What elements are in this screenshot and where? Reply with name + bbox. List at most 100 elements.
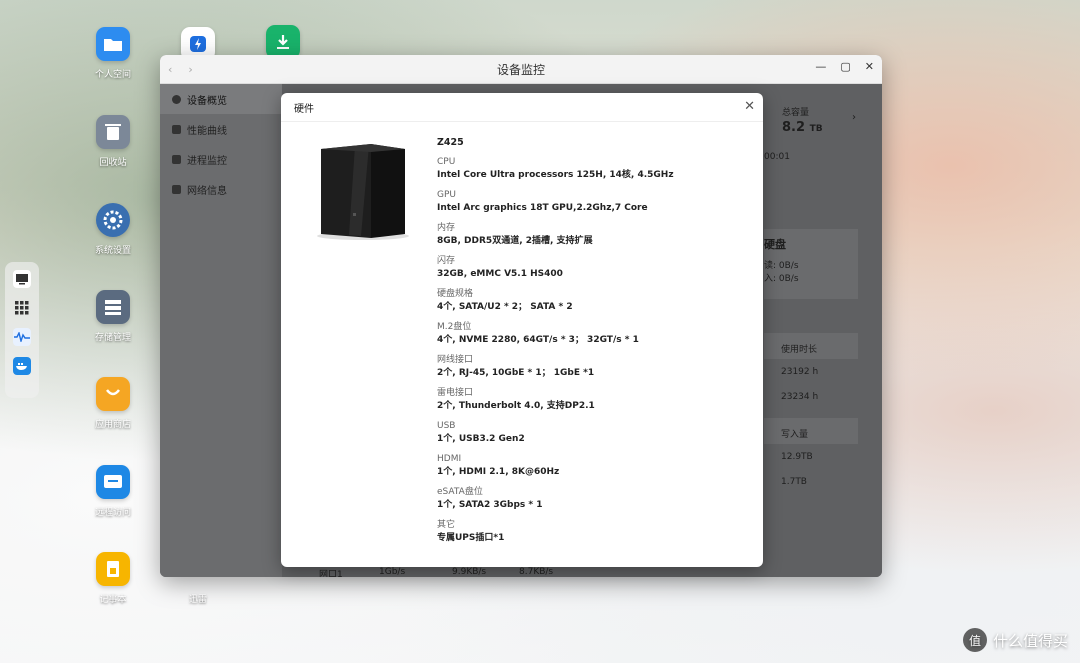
folder-icon: [96, 27, 130, 61]
spec-usb: USB 1个, USB3.2 Gen2: [437, 420, 747, 446]
download-app-icon: [266, 25, 300, 59]
chevron-right-icon[interactable]: ›: [852, 112, 856, 123]
spec-key: USB: [437, 421, 456, 431]
spec-value: 8GB, DDR5双通道, 2插槽, 支持扩展: [437, 236, 593, 246]
desktop-icon-label: 系统设置: [94, 246, 131, 256]
desktop-icon-label: 个人空间: [94, 70, 131, 80]
spec-value: 2个, Thunderbolt 4.0, 支持DP2.1: [437, 401, 595, 411]
spec-flash: 闪存 32GB, eMMC V5.1 HS400: [437, 255, 747, 281]
sidebar-item-overview[interactable]: 设备概览: [160, 84, 282, 114]
spec-key: 网线接口: [437, 355, 474, 365]
spec-key: 其它: [437, 520, 456, 530]
spec-esata: eSATA盘位 1个, SATA2 3Gbps * 1: [437, 486, 747, 512]
write-header: 写入量: [781, 430, 809, 440]
net-row-up: 9.9KB/s: [452, 567, 487, 577]
net-row-speed: 1Gb/s: [379, 567, 406, 577]
spec-value: 1个, USB3.2 Gen2: [437, 434, 525, 444]
spec-value: 1个, SATA2 3Gbps * 1: [437, 500, 543, 510]
window-titlebar: ‹ › 设备监控 — ▢ ✕: [160, 55, 882, 84]
desktop-icon-storage[interactable]: 存储管理: [78, 290, 148, 343]
spec-value: 2个, RJ-45, 10GbE * 1； 1GbE *1: [437, 368, 595, 378]
spec-value: 专属UPS插口*1: [437, 533, 505, 543]
sidebar-item-performance[interactable]: 性能曲线: [160, 114, 282, 144]
spec-gpu: GPU Intel Arc graphics 18T GPU,2.2Ghz,7 …: [437, 189, 747, 215]
spec-thunderbolt: 雷电接口 2个, Thunderbolt 4.0, 支持DP2.1: [437, 387, 747, 413]
uptime-fragment: 00:01: [764, 152, 790, 162]
usage-time-row-2: 23234 h: [781, 392, 819, 402]
forward-arrow-icon[interactable]: ›: [188, 63, 192, 76]
window-nav: ‹ ›: [168, 63, 208, 76]
maximize-icon[interactable]: ▢: [840, 60, 850, 73]
storage-icon: [96, 290, 130, 324]
desktop-icon-settings[interactable]: 系统设置: [78, 203, 148, 256]
hardware-dialog: 硬件 ✕ Z425 CPU Intel Core Ultra processor…: [281, 93, 763, 567]
spec-m2-slots: M.2盘位 4个, NVME 2280, 64GT/s * 3； 32GT/s …: [437, 321, 747, 347]
desktop-icon-thunder[interactable]: 迅雷: [163, 586, 233, 605]
back-arrow-icon[interactable]: ‹: [168, 63, 172, 76]
window-controls: — ▢ ✕: [815, 60, 874, 73]
sidebar-item-label: 性能曲线: [187, 125, 227, 137]
sidebar-item-label: 网络信息: [187, 185, 227, 197]
desktop-icon-remote-access[interactable]: 远程访问: [78, 465, 148, 518]
device-model: Z425: [437, 137, 464, 148]
spec-value: 4个, SATA/U2 * 2； SATA * 2: [437, 302, 573, 312]
spec-key: GPU: [437, 190, 456, 200]
desktop-icon-app-store[interactable]: 应用商店: [78, 377, 148, 430]
total-capacity-value: 8.2 TB: [782, 120, 823, 135]
list-icon: [172, 154, 181, 164]
desktop-icon-notepad[interactable]: 记事本: [78, 552, 148, 605]
overview-icon: [172, 94, 181, 104]
spec-key: eSATA盘位: [437, 487, 483, 497]
spec-key: 闪存: [437, 256, 456, 266]
watermark: 值 什么值得买: [962, 628, 1068, 652]
usage-time-header: 使用时长: [781, 345, 818, 355]
docker-icon[interactable]: [13, 357, 31, 375]
apps-grid-icon[interactable]: [13, 299, 31, 317]
desktop-icon-trash[interactable]: 回收站: [78, 115, 148, 168]
desktop-icon-label: 远程访问: [94, 508, 131, 518]
sidebar-item-label: 进程监控: [187, 155, 227, 167]
watermark-badge: 值: [962, 628, 987, 652]
spec-key: 雷电接口: [437, 388, 474, 398]
spec-ethernet: 网线接口 2个, RJ-45, 10GbE * 1； 1GbE *1: [437, 354, 747, 380]
window-title: 设备监控: [496, 62, 545, 77]
spec-value: Intel Arc graphics 18T GPU,2.2Ghz,7 Core: [437, 203, 648, 213]
hardware-specs: Z425 CPU Intel Core Ultra processors 125…: [437, 137, 747, 552]
close-icon[interactable]: ✕: [744, 99, 755, 114]
wave-icon[interactable]: [13, 328, 31, 346]
sidebar-item-processes[interactable]: 进程监控: [160, 144, 282, 174]
spec-key: 内存: [437, 223, 456, 233]
side-dock: [5, 262, 39, 398]
close-icon[interactable]: ✕: [865, 60, 874, 73]
write-row-1: 12.9TB: [781, 452, 813, 462]
sidebar-item-network[interactable]: 网络信息: [160, 174, 282, 204]
dialog-header: 硬件 ✕: [281, 93, 763, 122]
desktop-icon-label: 应用商店: [94, 420, 131, 430]
total-capacity-label: 总容量: [782, 108, 810, 118]
spec-key: HDMI: [437, 454, 462, 464]
desktop-icon-personal-space[interactable]: 个人空间: [78, 27, 148, 80]
desktop-icon-label: 记事本: [99, 595, 127, 605]
desktop-icon-label: 迅雷: [188, 595, 207, 605]
device-image: [317, 144, 409, 240]
spec-value: 4个, NVME 2280, 64GT/s * 3； 32GT/s * 1: [437, 335, 639, 345]
write-header-row: [764, 418, 858, 444]
spec-disk-bays: 硬盘规格 4个, SATA/U2 * 2； SATA * 2: [437, 288, 747, 314]
desktop-icon-label: 存储管理: [94, 333, 131, 343]
disk-write-fragment: 入: 0B/s: [764, 274, 799, 284]
spec-hdmi: HDMI 1个, HDMI 2.1, 8K@60Hz: [437, 453, 747, 479]
window-sidebar: 设备概览 性能曲线 进程监控 网络信息: [160, 84, 282, 577]
desktop-icon-label: 回收站: [99, 158, 127, 168]
total-capacity-unit: TB: [809, 124, 823, 134]
desktop-icon-download-app[interactable]: [248, 25, 318, 59]
sidebar-item-label: 设备概览: [187, 95, 227, 107]
net-row-port: 网口1: [319, 570, 343, 577]
spec-value: Intel Core Ultra processors 125H, 14核, 4…: [437, 170, 674, 180]
chart-icon: [172, 124, 181, 134]
minimize-icon[interactable]: —: [815, 60, 826, 73]
spec-key: 硬盘规格: [437, 289, 474, 299]
spec-cpu: CPU Intel Core Ultra processors 125H, 14…: [437, 156, 747, 182]
disk-read-fragment: 读: 0B/s: [764, 261, 799, 271]
monitor-icon[interactable]: [13, 270, 31, 288]
total-capacity-number: 8.2: [782, 120, 806, 135]
